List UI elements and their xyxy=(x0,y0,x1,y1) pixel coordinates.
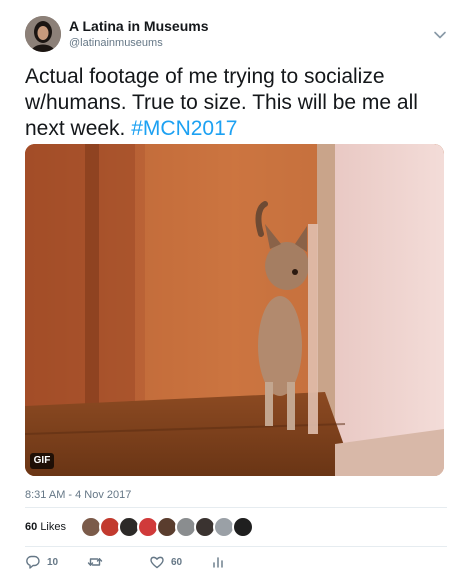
divider xyxy=(25,507,447,508)
heart-icon xyxy=(150,556,164,569)
tweet-header: A Latina in Museums @latinainmuseums xyxy=(25,16,450,58)
like-button[interactable]: 60 xyxy=(149,553,182,571)
chevron-down-icon[interactable] xyxy=(433,28,447,42)
liker-avatar[interactable] xyxy=(232,516,254,538)
retweet-button[interactable] xyxy=(87,553,109,571)
likes-count[interactable]: 60 Likes xyxy=(25,521,66,533)
reply-icon xyxy=(26,555,40,569)
like-count: 60 xyxy=(171,556,183,568)
tweet-actions: 10 60 xyxy=(25,553,447,573)
analytics-icon xyxy=(213,557,223,568)
likes-label: Likes xyxy=(40,521,66,533)
display-name[interactable]: A Latina in Museums xyxy=(69,18,209,34)
hashtag-link[interactable]: #MCN2017 xyxy=(131,117,237,140)
kitten-gif-image xyxy=(25,144,444,476)
tweet-timestamp[interactable]: 8:31 AM - 4 Nov 2017 xyxy=(25,489,131,501)
avatar[interactable] xyxy=(25,16,61,52)
likes-row: 60 Likes xyxy=(25,515,447,543)
tweet-media-gif[interactable] xyxy=(25,144,444,476)
reply-count: 10 xyxy=(47,556,59,568)
user-handle[interactable]: @latinainmuseums xyxy=(69,37,163,49)
tweet-card: A Latina in Museums @latinainmuseums Act… xyxy=(0,0,472,584)
tweet-text: Actual footage of me trying to socialize… xyxy=(25,64,450,142)
divider xyxy=(25,546,447,547)
likes-number: 60 xyxy=(25,521,38,533)
avatar-image xyxy=(25,16,61,52)
gif-badge: GIF xyxy=(30,453,54,469)
reply-button[interactable]: 10 xyxy=(25,553,58,571)
retweet-icon xyxy=(87,558,103,566)
analytics-button[interactable] xyxy=(210,553,226,571)
